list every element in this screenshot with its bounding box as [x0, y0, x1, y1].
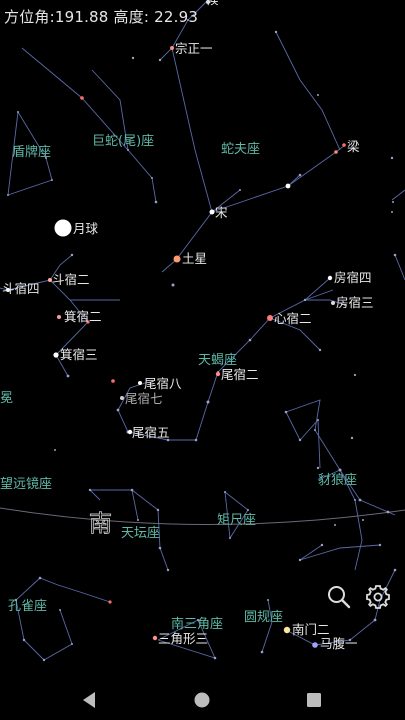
system-navigation-bar [0, 680, 405, 720]
star-douxiuer: 斗宿二 [52, 272, 90, 287]
constellation-yuangui: 圆规座 [244, 610, 283, 625]
star-weixiuer: 尾宿二 [221, 367, 259, 382]
azimuth-value: 191.88 [54, 8, 109, 26]
recents-square-icon [307, 693, 321, 707]
star-xinxiuer: 心宿二 [274, 311, 312, 326]
constellation-dunpai: 盾牌座 [12, 144, 51, 160]
constellation-lines [0, 0, 405, 661]
azimuth-altitude-readout: 方位角:191.88 高度: 22.93 [4, 6, 198, 27]
constellation-tiantan: 天坛座 [121, 526, 160, 541]
moon-label: 月球 [73, 221, 99, 236]
constellation-wangyuanjing: 望远镜座 [0, 476, 52, 492]
recents-button[interactable] [302, 688, 326, 712]
star-douxiusi: 斗宿四 [2, 281, 40, 296]
star-weixiuba: 尾宿八 [144, 376, 182, 391]
home-button[interactable] [190, 688, 214, 712]
constellation-chailang: 豺狼座 [318, 473, 357, 488]
star-labels: 候 宗正一 梁 宋 土星 月球 斗宿二 斗宿四 箕宿二 箕宿三 房宿四 房宿三 … [2, 0, 374, 651]
star-fangxiusi: 房宿四 [334, 270, 372, 285]
star-weixiuqi: 尾宿七 [125, 391, 163, 406]
back-button[interactable] [78, 688, 102, 712]
star-weixiuwu: 尾宿五 [132, 425, 170, 440]
altitude-value: 22.93 [154, 8, 199, 26]
constellation-shefu: 蛇夫座 [221, 142, 260, 157]
background-stars [7, 19, 397, 662]
star-song: 宋 [215, 205, 228, 220]
star-sanjiaoxingsan: 三角形三 [158, 631, 208, 646]
azimuth-label: 方位角: [4, 8, 55, 26]
star-liang: 梁 [347, 139, 360, 154]
star-zongzhengyi: 宗正一 [175, 41, 213, 56]
constellation-kongque: 孔雀座 [8, 599, 47, 614]
horizon-line [0, 507, 405, 526]
constellation-xie: 冕 [0, 391, 13, 406]
star-nanmener: 南门二 [292, 622, 330, 637]
constellation-jushe: 巨蛇(尾)座 [92, 134, 154, 149]
moon[interactable] [54, 219, 72, 237]
star-tuxing: 土星 [182, 251, 207, 266]
star-jixiuer: 箕宿二 [64, 309, 102, 324]
settings-button[interactable] [365, 584, 391, 610]
home-circle-icon [194, 692, 210, 708]
back-triangle-icon [83, 692, 95, 708]
altitude-label: 高度: [113, 8, 150, 26]
star-fangxiusan: 房宿三 [336, 295, 374, 310]
star-mafuyi: 马腹一 [320, 636, 358, 651]
direction-south: 南 [89, 511, 112, 537]
constellation-tianxie: 天蝎座 [198, 353, 237, 368]
star-jixiusan: 箕宿三 [60, 347, 98, 362]
search-button[interactable] [326, 584, 352, 610]
gear-icon [366, 585, 390, 609]
star-hou: 候 [206, 0, 219, 7]
constellation-nansanjiao: 南三角座 [171, 616, 223, 632]
sky-map[interactable]: 盾牌座 巨蛇(尾)座 蛇夫座 天蝎座 豺狼座 望远镜座 天坛座 矩尺座 孔雀座 … [0, 0, 405, 680]
search-icon [328, 586, 351, 609]
constellation-juchi: 矩尺座 [217, 513, 256, 528]
